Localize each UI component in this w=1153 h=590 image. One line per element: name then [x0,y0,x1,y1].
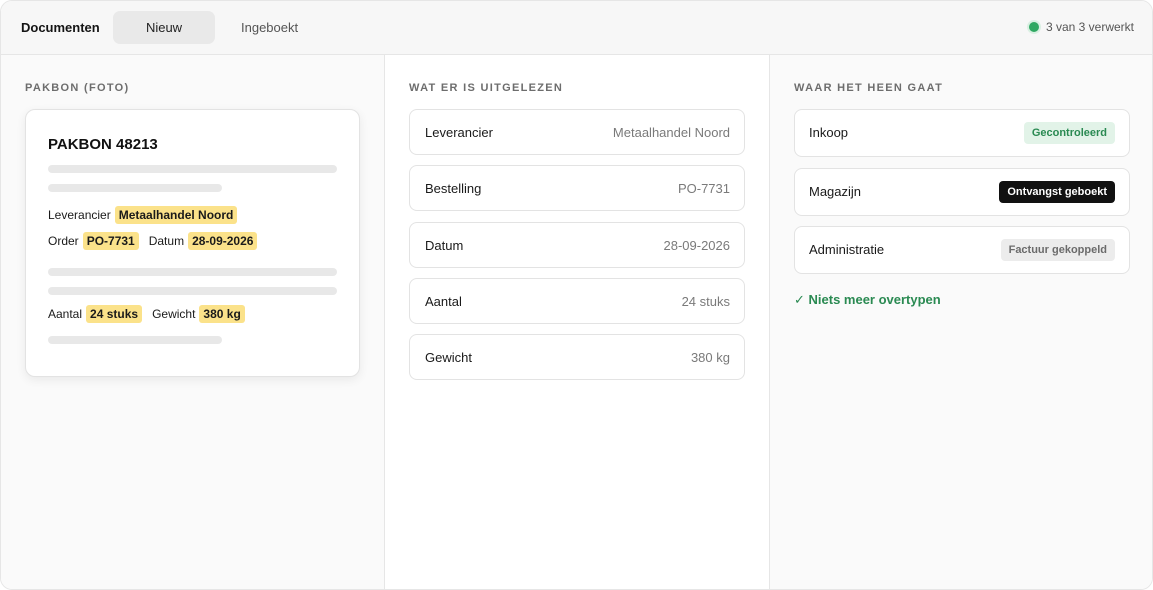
slip-order-highlight: PO-7731 [82,232,139,250]
field-value: 28-09-2026 [663,238,731,253]
slip-date-highlight: 28-09-2026 [188,232,258,250]
destination-label: Magazijn [809,184,862,199]
status-badge: Gecontroleerd [1023,122,1115,144]
text-placeholder [48,165,337,173]
packing-slip-photo[interactable]: PAKBON 48213 Leverancier Metaalhandel No… [25,109,360,377]
tab-nieuw-binnen[interactable]: Nieuw binnen [113,11,215,68]
destination-magazijn[interactable]: Magazijn Ontvangst geboekt [794,168,1130,216]
tab-ingeboekt[interactable]: Ingeboekt [229,11,310,44]
slip-qty-label: Aantal [48,307,83,321]
field-label: Datum [425,238,464,253]
processing-status: 3 van 3 verwerkt [1028,20,1134,34]
field-gewicht[interactable]: Gewicht 380 kg [409,334,745,380]
field-value: 24 stuks [681,294,730,309]
field-value: PO-7731 [677,181,730,196]
field-label: Leverancier [425,125,493,140]
slip-supplier-label: Leverancier [48,208,111,222]
destinations-column: WAAR HET HEEN GAAT Inkoop Gecontroleerd … [770,55,1152,589]
slip-weight-highlight: 380 kg [199,305,245,323]
text-placeholder [48,336,222,344]
field-value: Metaalhandel Noord [612,125,730,140]
destinations-heading: WAAR HET HEEN GAAT [794,82,944,94]
field-value: 380 kg [690,350,730,365]
extracted-column: WAT ER IS UITGELEZEN Leverancier Metaalh… [385,55,770,589]
status-badge: Ontvangst geboekt [999,181,1115,203]
text-placeholder [48,184,222,192]
app-title: Documenten [21,20,100,35]
field-datum[interactable]: Datum 28-09-2026 [409,222,745,268]
slip-title: PAKBON 48213 [48,136,158,153]
field-label: Gewicht [425,350,472,365]
status-text: 3 van 3 verwerkt [1045,20,1134,34]
slip-supplier-highlight: Metaalhandel Noord [114,206,238,224]
photo-column: PAKBON (FOTO) PAKBON 48213 Leverancier M… [1,55,385,589]
field-bestelling[interactable]: Bestelling PO-7731 [409,165,745,211]
field-aantal[interactable]: Aantal 24 stuks [409,278,745,324]
slip-qty-highlight: 24 stuks [86,305,143,323]
destination-administratie[interactable]: Administratie Factuur gekoppeld [794,226,1130,274]
slip-order-label: Order [48,234,79,248]
slip-line-order-date: Order PO-7731 Datum 28-09-2026 [48,232,258,250]
slip-weight-label: Gewicht [152,307,196,321]
app-window: Documenten Nieuw binnen Ingeboekt 3 van … [0,0,1153,590]
extracted-heading: WAT ER IS UITGELEZEN [409,82,564,94]
done-note: ✓ Niets meer overtypen [794,292,941,307]
photo-heading: PAKBON (FOTO) [25,82,130,94]
destination-inkoop[interactable]: Inkoop Gecontroleerd [794,109,1130,157]
text-placeholder [48,268,337,276]
field-label: Aantal [425,294,462,309]
destination-label: Administratie [809,242,885,257]
slip-line-qty-weight: Aantal 24 stuks Gewicht 380 kg [48,305,245,323]
slip-line-supplier: Leverancier Metaalhandel Noord [48,206,238,224]
status-badge: Factuur gekoppeld [1000,239,1115,261]
text-placeholder [48,287,337,295]
slip-date-label: Datum [148,234,185,248]
status-dot-icon [1028,22,1039,32]
field-leverancier[interactable]: Leverancier Metaalhandel Noord [409,109,745,155]
top-bar: Documenten Nieuw binnen Ingeboekt 3 van … [1,1,1152,68]
field-label: Bestelling [425,181,482,196]
destination-label: Inkoop [809,125,849,140]
